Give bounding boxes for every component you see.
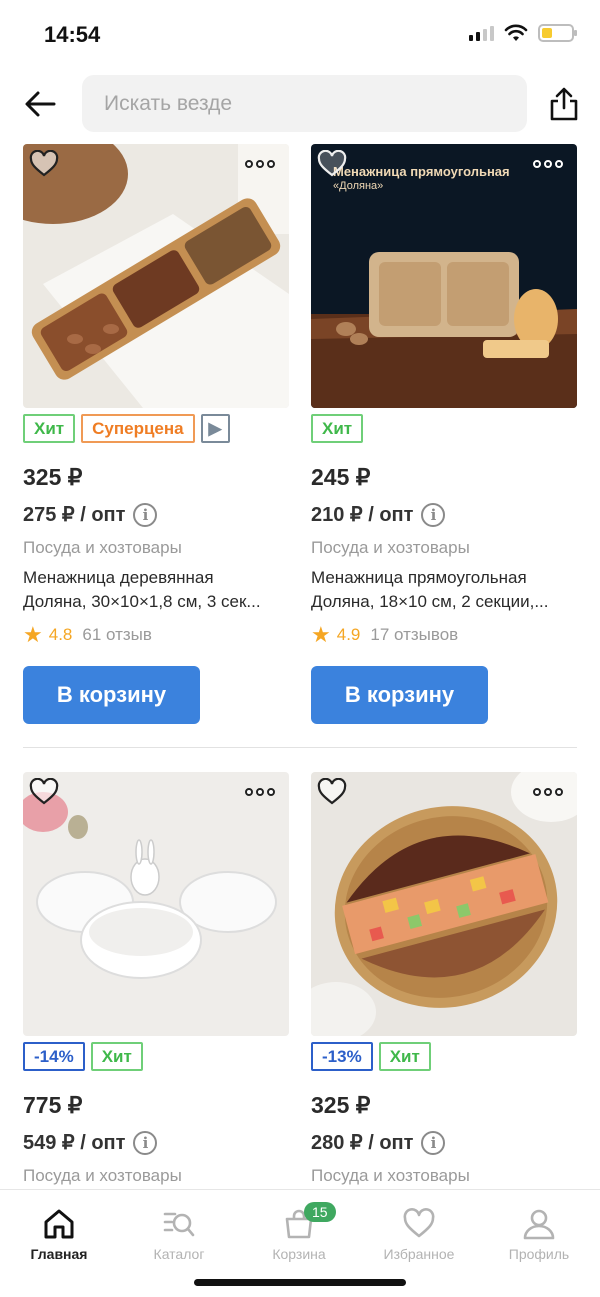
discount-badge: -14%: [23, 1042, 85, 1071]
home-indicator[interactable]: [194, 1279, 406, 1286]
info-icon[interactable]: i: [133, 1130, 158, 1155]
video-play-icon[interactable]: ▶: [200, 414, 230, 443]
wholesale-price: 210 ₽ / опт i: [311, 502, 446, 527]
add-to-cart-button[interactable]: В корзину: [23, 666, 200, 724]
product-photo-round-tray: [311, 772, 577, 1036]
product-photo-nut-tray: [23, 144, 289, 408]
badges: Хит: [311, 414, 364, 444]
tab-home-label: Главная: [30, 1246, 88, 1262]
tab-favorites-label: Избранное: [383, 1246, 455, 1262]
wholesale-price-text: 275 ₽ / опт: [23, 504, 126, 526]
star-icon: ★: [23, 622, 43, 647]
wholesale-price: 280 ₽ / опт i: [311, 1130, 446, 1155]
product-title-line2: Доляна, 18×10 см, 2 секции,...: [311, 592, 549, 611]
badges: -13% Хит: [311, 1042, 431, 1072]
image-caption-title: Менажница прямоугольная: [333, 164, 510, 179]
hit-badge: Хит: [378, 1042, 431, 1071]
product-image[interactable]: [23, 144, 289, 408]
wholesale-price-text: 549 ₽ / опт: [23, 1132, 126, 1154]
catalog-search-icon: [163, 1212, 195, 1237]
tab-favorites[interactable]: Избранное: [364, 1208, 474, 1262]
product-price: 325 ₽: [311, 1092, 371, 1118]
hit-badge: Хит: [311, 414, 364, 443]
battery-icon: [538, 24, 577, 42]
tab-cart-label: Корзина: [272, 1246, 326, 1262]
favorite-heart-icon[interactable]: [317, 778, 347, 806]
product-price: 245 ₽: [311, 464, 371, 490]
favorite-heart-icon[interactable]: [29, 150, 59, 178]
cart-count-badge: 15: [304, 1202, 336, 1222]
product-category: Посуда и хозтовары: [311, 538, 470, 557]
add-to-cart-button[interactable]: В корзину: [311, 666, 488, 724]
heart-icon: [403, 1208, 435, 1238]
product-price: 775 ₽: [23, 1092, 83, 1118]
tab-cart[interactable]: 15 Корзина: [244, 1202, 354, 1262]
review-count[interactable]: 61 отзыв: [82, 625, 152, 645]
profile-icon: [523, 1209, 555, 1240]
favorite-heart-icon[interactable]: [29, 778, 59, 806]
share-icon[interactable]: [547, 86, 581, 122]
tab-catalog[interactable]: Каталог: [124, 1208, 234, 1262]
product-title[interactable]: Менажница деревянная Доляна, 30×10×1,8 с…: [23, 566, 289, 614]
hit-badge: Хит: [23, 414, 76, 443]
star-icon: ★: [311, 622, 331, 647]
discount-badge: -13%: [311, 1042, 373, 1071]
image-caption-brand: «Доляна»: [333, 180, 384, 192]
product-title-line1: Менажница деревянная: [23, 568, 214, 587]
wholesale-price-text: 210 ₽ / опт: [311, 504, 414, 526]
back-arrow-icon[interactable]: [22, 86, 58, 122]
more-options-icon[interactable]: [245, 160, 275, 168]
more-options-icon[interactable]: [533, 788, 563, 796]
wholesale-price: 549 ₽ / опт i: [23, 1130, 158, 1155]
tab-home[interactable]: Главная: [4, 1208, 114, 1262]
review-count[interactable]: 17 отзывов: [370, 625, 458, 645]
tab-catalog-label: Каталог: [153, 1246, 205, 1262]
badges: Хит Суперцена ▶: [23, 414, 230, 444]
product-title-line1: Менажница прямоугольная: [311, 568, 527, 587]
product-price: 325 ₽: [23, 464, 83, 490]
hit-badge: Хит: [90, 1042, 143, 1071]
row-divider: [23, 747, 577, 748]
search-input[interactable]: [82, 75, 527, 132]
product-photo-bunny-bowls: [23, 772, 289, 1036]
wholesale-price-text: 280 ₽ / опт: [311, 1132, 414, 1154]
tab-profile-label: Профиль: [508, 1246, 570, 1262]
wifi-icon: [504, 24, 528, 41]
product-title-line2: Доляна, 30×10×1,8 см, 3 сек...: [23, 592, 261, 611]
wholesale-price: 275 ₽ / опт i: [23, 502, 158, 527]
more-options-icon[interactable]: [245, 788, 275, 796]
status-time: 14:54: [44, 22, 101, 47]
search-header: [0, 74, 600, 134]
product-image[interactable]: Менажница прямоугольная «Доляна»: [311, 144, 577, 408]
product-category: Посуда и хозтовары: [23, 538, 182, 557]
superprice-badge: Суперцена: [81, 414, 195, 443]
favorite-heart-icon[interactable]: [317, 150, 347, 178]
product-rating: ★ 4.9 17 отзывов: [311, 624, 458, 646]
home-icon: [44, 1209, 74, 1239]
badges: -14% Хит: [23, 1042, 143, 1072]
info-icon[interactable]: i: [133, 502, 158, 527]
more-options-icon[interactable]: [533, 160, 563, 168]
rating-value: 4.9: [336, 625, 361, 644]
product-category: Посуда и хозтовары: [311, 1166, 470, 1185]
cellular-signal-icon: [469, 25, 494, 41]
info-icon[interactable]: i: [421, 502, 446, 527]
status-icons: [469, 24, 577, 42]
product-rating: ★ 4.8 61 отзыв: [23, 624, 152, 646]
product-category: Посуда и хозтовары: [23, 1166, 182, 1185]
rating-value: 4.8: [48, 625, 73, 644]
info-icon[interactable]: i: [421, 1130, 446, 1155]
product-image[interactable]: [311, 772, 577, 1036]
product-image[interactable]: [23, 772, 289, 1036]
tab-profile[interactable]: Профиль: [484, 1208, 594, 1262]
product-title[interactable]: Менажница прямоугольная Доляна, 18×10 см…: [311, 566, 577, 614]
status-bar: 14:54: [0, 0, 600, 70]
